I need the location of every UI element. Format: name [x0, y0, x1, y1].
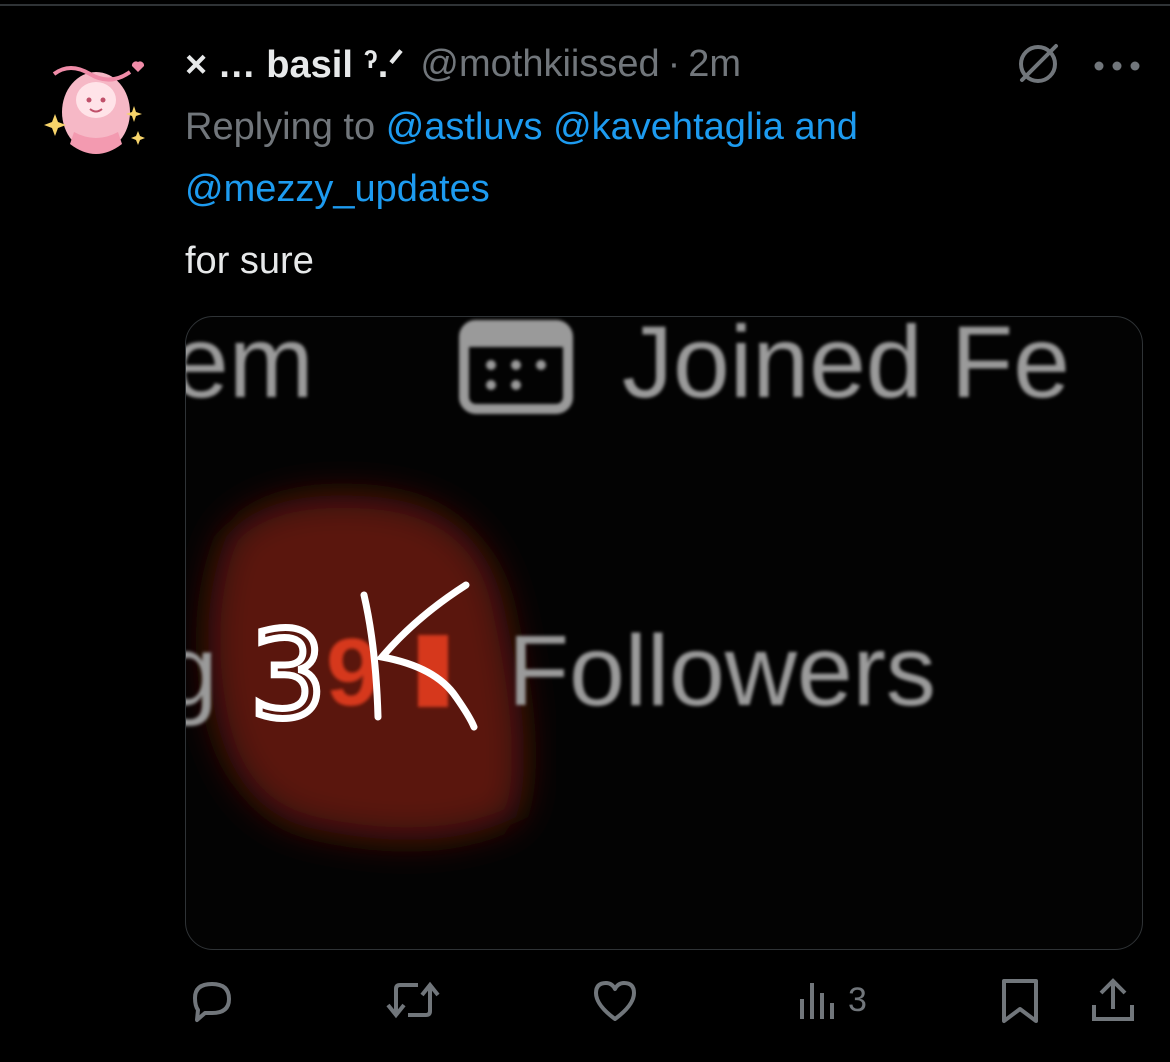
mention-link[interactable]: @kavehtaglia	[553, 106, 784, 148]
bookmark-icon	[1002, 979, 1038, 1023]
post-time[interactable]: 2m	[688, 43, 741, 86]
mention-joiner[interactable]: and	[794, 106, 857, 148]
avatar[interactable]	[40, 52, 152, 164]
followers-label: Followers	[508, 615, 936, 727]
separator-dot: ·	[667, 42, 681, 85]
share-button[interactable]	[1086, 972, 1140, 1028]
retweet-icon	[386, 981, 440, 1019]
image-text-g: g	[186, 615, 218, 727]
like-icon	[594, 981, 636, 1021]
grok-icon[interactable]	[1014, 40, 1062, 88]
views-count: 3	[848, 980, 867, 1019]
reply-icon	[193, 982, 231, 1022]
more-options-icon[interactable]	[1094, 58, 1140, 71]
share-icon	[1092, 978, 1134, 1021]
calendar-icon	[459, 320, 573, 414]
image-text-left: em	[186, 317, 314, 419]
views-icon	[800, 983, 834, 1019]
reply-button[interactable]	[185, 972, 239, 1028]
views-button[interactable]: 3	[796, 972, 867, 1028]
user-handle[interactable]: @mothkiissed	[420, 43, 659, 86]
repost-button[interactable]	[384, 972, 442, 1028]
post-text: for sure	[185, 240, 314, 282]
mention-link[interactable]: @mezzy_updates	[185, 168, 490, 210]
replying-to: Replying to @astluvs @kavehtaglia and @m…	[185, 96, 1145, 220]
like-button[interactable]	[588, 972, 642, 1028]
bookmark-button[interactable]	[996, 972, 1044, 1028]
display-name[interactable]: × … basil ˀ.ᐟ	[185, 42, 404, 87]
top-divider	[0, 4, 1170, 6]
image-text-joined: Joined Fe	[622, 317, 1070, 419]
replying-prefix: Replying to	[185, 106, 376, 148]
post-header: × … basil ˀ.ᐟ @mothkiissed · 2m	[185, 40, 741, 88]
mention-link[interactable]: @astluvs	[386, 106, 543, 148]
post-image[interactable]: em Joined Fe g 9 Followers 3	[185, 316, 1143, 950]
handwritten-number: 3	[250, 607, 326, 746]
